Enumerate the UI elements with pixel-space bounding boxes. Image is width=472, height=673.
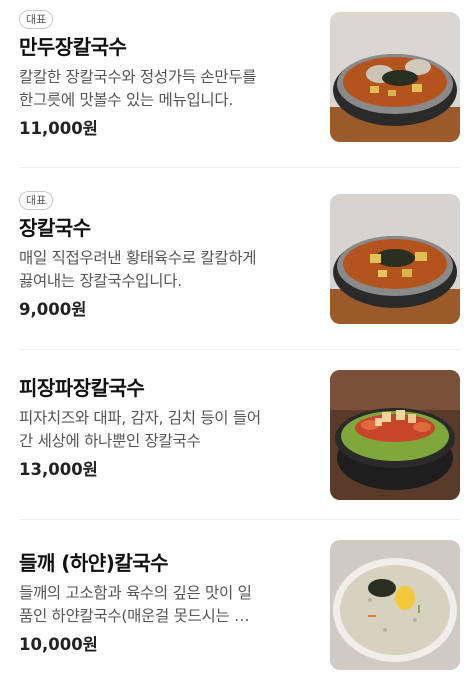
- description-line: 칼칼한 장칼국수와 정성가득 손만두를: [19, 68, 257, 86]
- menu-item-text: 대표 만두장칼국수 칼칼한 장칼국수와 정성가득 손만두를 한그릇에 맛볼수 있…: [19, 0, 309, 167]
- menu-item-name: 만두장칼국수: [19, 35, 127, 59]
- menu-list: 대표 만두장칼국수 칼칼한 장칼국수와 정성가득 손만두를 한그릇에 맛볼수 있…: [0, 0, 472, 673]
- signature-badge: 대표: [19, 191, 54, 210]
- menu-item-photo[interactable]: [330, 12, 460, 142]
- menu-item-description: 피자치즈와 대파, 감자, 김치 등이 들어 간 세상에 하나뿐인 장칼국수: [19, 407, 309, 453]
- pizza-kalguksu-photo: [330, 370, 460, 500]
- menu-item-name: 피장파장칼국수: [19, 376, 145, 400]
- menu-item-text: 들깨 (하얀)칼국수 들깨의 고소함과 육수의 깊은 맛이 일 품인 하얀칼국수…: [19, 520, 309, 673]
- menu-item-description: 칼칼한 장칼국수와 정성가득 손만두를 한그릇에 맛볼수 있는 메뉴입니다.: [19, 66, 309, 112]
- menu-item[interactable]: 대표 장칼국수 매일 직접우려낸 황태육수로 칼칼하게 끓여내는 장칼국수입니다…: [19, 168, 460, 350]
- jang-kalguksu-photo: [330, 194, 460, 324]
- menu-item-price: 13,000원: [19, 460, 98, 479]
- signature-badge: 대표: [19, 10, 54, 29]
- description-line: 간 세상에 하나뿐인 장칼국수: [19, 432, 201, 450]
- menu-item-photo[interactable]: [330, 370, 460, 500]
- menu-item-description: 들깨의 고소함과 육수의 깊은 맛이 일 품인 하얀칼국수(매운걸 못드시는 …: [19, 582, 309, 628]
- menu-item-photo[interactable]: [330, 540, 460, 670]
- dumpling-kalguksu-photo: [330, 12, 460, 142]
- perilla-kalguksu-photo: [330, 540, 460, 670]
- menu-item-price: 10,000원: [19, 635, 98, 654]
- description-line: 끓여내는 장칼국수입니다.: [19, 272, 182, 290]
- menu-item-name: 장칼국수: [19, 216, 91, 240]
- menu-item[interactable]: 들깨 (하얀)칼국수 들깨의 고소함과 육수의 깊은 맛이 일 품인 하얀칼국수…: [19, 520, 460, 673]
- menu-item-name: 들깨 (하얀)칼국수: [19, 551, 169, 575]
- description-line: 피자치즈와 대파, 감자, 김치 등이 들어: [19, 409, 261, 427]
- menu-item-description: 매일 직접우려낸 황태육수로 칼칼하게 끓여내는 장칼국수입니다.: [19, 247, 309, 293]
- menu-item[interactable]: 대표 만두장칼국수 칼칼한 장칼국수와 정성가득 손만두를 한그릇에 맛볼수 있…: [19, 0, 460, 168]
- menu-item-photo[interactable]: [330, 194, 460, 324]
- description-line: 들깨의 고소함과 육수의 깊은 맛이 일: [19, 584, 252, 602]
- menu-item-price: 11,000원: [19, 119, 98, 138]
- menu-item[interactable]: 피장파장칼국수 피자치즈와 대파, 감자, 김치 등이 들어 간 세상에 하나뿐…: [19, 350, 460, 520]
- description-line: 품인 하얀칼국수(매운걸 못드시는 …: [19, 607, 250, 625]
- description-line: 매일 직접우려낸 황태육수로 칼칼하게: [19, 249, 257, 267]
- menu-item-price: 9,000원: [19, 300, 87, 319]
- description-line: 한그릇에 맛볼수 있는 메뉴입니다.: [19, 91, 233, 109]
- menu-item-text: 대표 장칼국수 매일 직접우려낸 황태육수로 칼칼하게 끓여내는 장칼국수입니다…: [19, 168, 309, 349]
- menu-item-text: 피장파장칼국수 피자치즈와 대파, 감자, 김치 등이 들어 간 세상에 하나뿐…: [19, 350, 309, 519]
